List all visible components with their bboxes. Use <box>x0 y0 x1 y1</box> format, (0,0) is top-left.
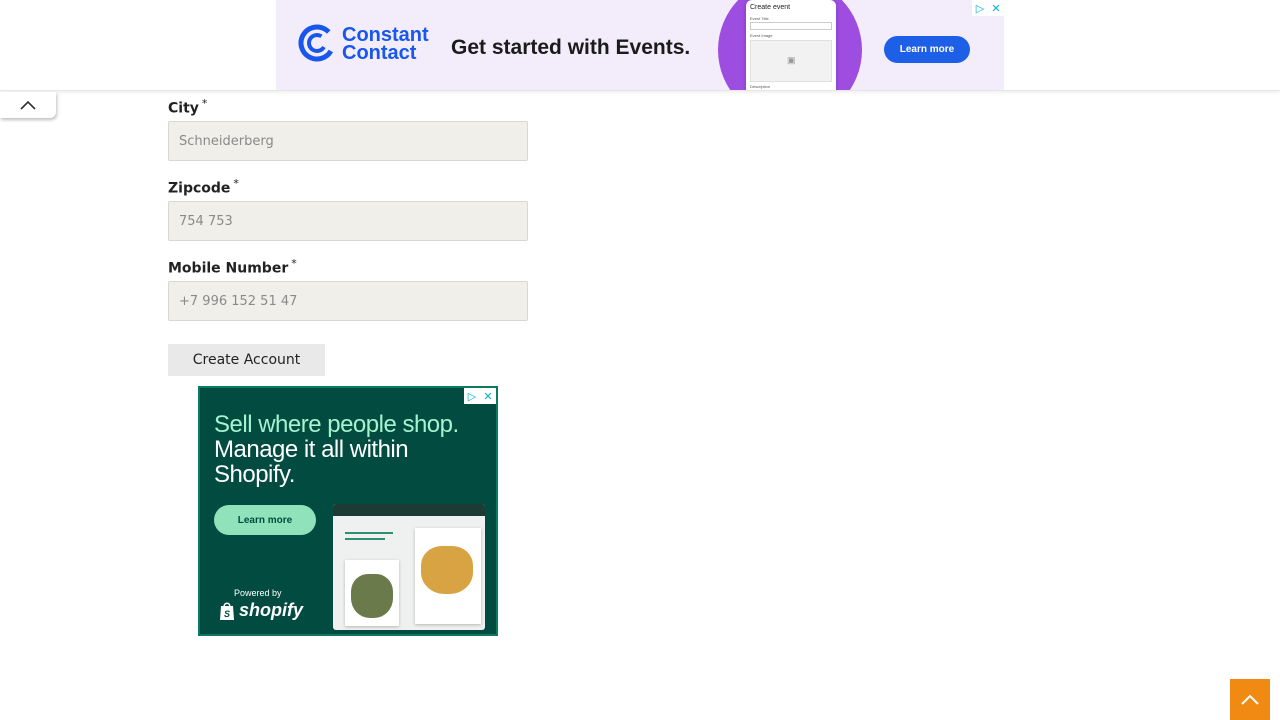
collapse-ad-button[interactable] <box>0 92 56 118</box>
phone-title: Create event <box>750 4 791 11</box>
zipcode-input[interactable] <box>168 201 528 241</box>
shopify-ad[interactable]: ▷ ✕ Sell where people shop. Manage it al… <box>198 386 498 636</box>
close-icon[interactable]: ✕ <box>480 388 496 404</box>
mockup-line <box>345 532 393 534</box>
city-label-text: City <box>168 100 199 117</box>
zipcode-label-text: Zipcode <box>168 180 231 197</box>
ad-controls: ▷ ✕ <box>972 0 1004 16</box>
product-image <box>421 546 473 594</box>
shop-ad-headline-highlight: Sell where people shop. <box>214 411 459 438</box>
ad-learn-more-button[interactable]: Learn more <box>884 36 970 63</box>
constant-contact-logo-icon <box>298 24 336 62</box>
svg-text:S: S <box>224 609 230 619</box>
ad-info-icon[interactable]: ▷ <box>464 388 480 404</box>
scroll-to-top-button[interactable] <box>1230 679 1270 720</box>
required-mark: * <box>233 177 239 190</box>
zipcode-label: Zipcode * <box>168 177 239 197</box>
top-ad-bar: Constant Contact Get started with Events… <box>0 0 1280 91</box>
close-icon[interactable]: ✕ <box>988 0 1004 16</box>
phone-event-title-label: Event Title <box>750 16 769 21</box>
shop-ad-powered-by: Powered by <box>234 588 282 598</box>
ad-info-icon[interactable]: ▷ <box>972 0 988 16</box>
mobile-number-input[interactable] <box>168 281 528 321</box>
product-card-yellow <box>415 528 481 624</box>
ad-phone-mockup: Create event Event Title Event Image ▣ D… <box>746 0 836 90</box>
ad-brand-name: Constant Contact <box>342 24 429 64</box>
phone-image-placeholder: ▣ <box>750 40 832 82</box>
create-account-button[interactable]: Create Account <box>168 344 325 376</box>
phone-event-image-label: Event Image <box>750 33 773 38</box>
mockup-line <box>345 538 385 540</box>
chevron-up-icon <box>20 100 36 110</box>
ad-headline: Get started with Events. <box>451 36 691 59</box>
phone-event-title-field <box>750 22 832 30</box>
mobile-number-label-text: Mobile Number <box>168 260 289 277</box>
mockup-header <box>333 504 485 516</box>
shopify-wordmark: shopify <box>239 600 304 620</box>
product-card-green <box>345 560 399 626</box>
chevron-up-icon <box>1241 694 1259 705</box>
required-mark: * <box>201 97 208 110</box>
shopify-logo: S shopify <box>218 600 303 621</box>
shop-ad-headline: Sell where people shop. Manage it all wi… <box>214 412 484 487</box>
constant-contact-ad[interactable]: Constant Contact Get started with Events… <box>276 0 1004 90</box>
phone-description-label: Description <box>750 84 771 89</box>
shopping-bag-icon: S <box>220 602 234 620</box>
required-mark: * <box>291 257 297 270</box>
shop-ad-learn-more-button[interactable]: Learn more <box>214 505 316 535</box>
city-label: City * <box>168 97 207 117</box>
mobile-number-label: Mobile Number * <box>168 257 297 277</box>
image-icon: ▣ <box>787 55 796 65</box>
product-image <box>351 574 393 618</box>
shop-ad-headline-rest: Manage it all within Shopify. <box>214 436 409 488</box>
city-input[interactable] <box>168 121 528 161</box>
ad-controls: ▷ ✕ <box>464 388 496 404</box>
shop-ad-store-mockup <box>333 504 485 630</box>
